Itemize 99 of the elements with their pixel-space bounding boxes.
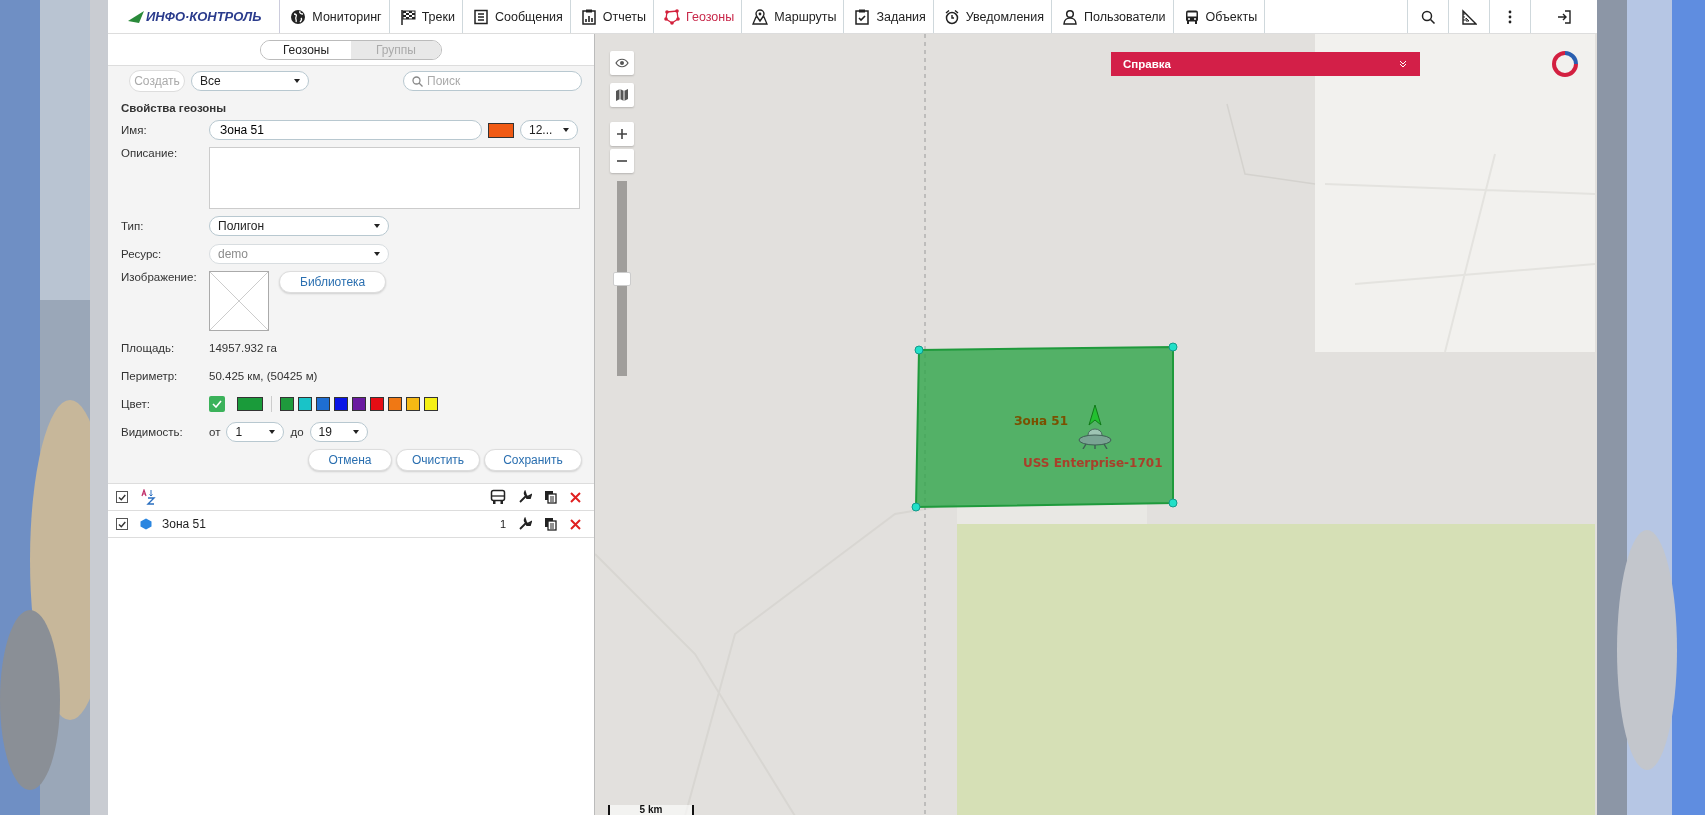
color-swatch[interactable] (388, 397, 402, 411)
check-icon (212, 400, 222, 408)
alarm-clock-icon (943, 8, 960, 25)
field-label: Изображение: (121, 271, 198, 283)
filter-dropdown[interactable]: Все (191, 71, 309, 91)
hexagon-icon (140, 518, 152, 530)
direction-arrow-icon (1088, 404, 1102, 426)
nav-tab[interactable]: Треки (389, 0, 463, 33)
logout-icon[interactable] (1556, 8, 1572, 25)
form-button[interactable]: Очистить (396, 449, 480, 471)
arrow-icon (128, 10, 144, 23)
help-bar[interactable]: Справка (1111, 52, 1420, 76)
wrench-icon[interactable] (518, 490, 532, 504)
zoom-from-dropdown[interactable]: 1 (226, 422, 285, 442)
logo-text: ИНФО·КОНТРОЛЬ (146, 9, 262, 24)
zoom-in-icon (615, 127, 629, 141)
document-icon (472, 8, 489, 25)
form-button[interactable]: Отмена (308, 449, 392, 471)
from-label: от (209, 426, 221, 438)
map-icon (615, 88, 629, 102)
font-size-dropdown[interactable]: 12... (520, 120, 578, 140)
bus-icon (1183, 8, 1200, 25)
sort-icon[interactable] (140, 489, 156, 505)
nav-tab[interactable]: Пользователи (1052, 0, 1174, 33)
nav-tab[interactable]: Отчеты (570, 0, 655, 33)
color-swatch[interactable] (298, 397, 312, 411)
slider-handle[interactable] (613, 272, 631, 286)
bus-icon[interactable] (490, 489, 506, 505)
color-swatch[interactable] (406, 397, 420, 411)
field-label: Имя: (121, 124, 148, 136)
eye-icon (615, 56, 629, 70)
delete-icon[interactable] (569, 517, 582, 531)
search-icon[interactable] (1420, 8, 1436, 25)
nav-tab[interactable]: Мониторинг (280, 0, 390, 33)
search-icon (412, 76, 423, 87)
form-button[interactable]: Сохранить (484, 449, 582, 471)
scale-label: 5 km (639, 805, 663, 815)
zoom-out-button[interactable] (610, 149, 634, 173)
object-count: 1 (499, 518, 506, 530)
map-button[interactable] (610, 83, 634, 107)
logo[interactable]: ИНФО·КОНТРОЛЬ (108, 0, 281, 33)
zoom-to-dropdown[interactable]: 19 (309, 422, 368, 442)
field-label: Видимость: (121, 426, 184, 438)
chart-icon (580, 8, 597, 25)
name-field[interactable]: Зона 51 (209, 120, 482, 140)
check-icon (118, 493, 126, 501)
nav-tab[interactable]: Задания (844, 0, 934, 33)
color-swatch[interactable] (280, 397, 294, 411)
globe-icon (290, 8, 307, 25)
color-swatch[interactable] (334, 397, 348, 411)
color-swatch[interactable] (424, 397, 438, 411)
copy-icon[interactable] (544, 490, 557, 504)
nav-tab[interactable]: Уведомления (933, 0, 1052, 33)
search-field[interactable]: Поиск (403, 71, 582, 91)
field-label: Площадь: (121, 342, 176, 354)
checklist-icon (854, 8, 871, 25)
copy-icon[interactable] (544, 517, 557, 531)
eye-button[interactable] (610, 51, 634, 75)
section-title: Свойства геозоны (121, 102, 228, 114)
wrench-icon[interactable] (518, 517, 532, 531)
description-field[interactable] (209, 147, 580, 209)
field-label: Описание: (121, 147, 179, 159)
fill-checkbox[interactable] (209, 396, 225, 412)
polygon-icon (664, 8, 681, 25)
field-label: Цвет: (121, 398, 151, 410)
field-label: Периметр: (121, 370, 179, 382)
delete-icon[interactable] (569, 490, 582, 504)
user-icon (1062, 8, 1078, 25)
color-swatch[interactable] (316, 397, 330, 411)
field-label: Тип: (121, 220, 145, 232)
color-swatch[interactable] (352, 397, 366, 411)
type-dropdown[interactable]: Полигон (209, 216, 389, 236)
perimeter-value: 50.425 км, (50425 м) (209, 370, 318, 382)
checkbox[interactable] (116, 491, 128, 503)
checkbox[interactable] (116, 518, 128, 530)
map-pin-icon (752, 8, 769, 25)
field-label: Ресурс: (121, 248, 163, 260)
ufo-icon (1078, 427, 1112, 449)
to-label: до (290, 426, 304, 438)
check-icon (118, 520, 126, 528)
nav-tab[interactable]: Объекты (1173, 0, 1266, 33)
library-button[interactable]: Библиотека (279, 271, 387, 293)
ruler-icon[interactable] (1461, 8, 1477, 25)
checkered-flag-icon (399, 8, 416, 25)
area-value: 14957.932 га (209, 342, 277, 354)
color-swatch[interactable] (488, 122, 514, 138)
nav-tab[interactable]: Геозоны (654, 0, 743, 33)
nav-tab[interactable]: Сообщения (462, 0, 571, 33)
unit-label: USS Enterprise-1701 (1023, 456, 1163, 470)
geozone-label: Зона 51 (1014, 414, 1069, 428)
current-color-swatch[interactable] (237, 397, 263, 411)
logo-icon[interactable] (1550, 49, 1580, 79)
nav-tab[interactable]: Маршруты (742, 0, 845, 33)
image-placeholder-icon (209, 271, 269, 331)
help-bar-title: Справка (1123, 58, 1171, 70)
geozone-name: Зона 51 (162, 517, 206, 531)
color-swatch[interactable] (370, 397, 384, 411)
chevron-down-icon[interactable] (1398, 59, 1408, 69)
zoom-in-button[interactable] (610, 122, 634, 146)
